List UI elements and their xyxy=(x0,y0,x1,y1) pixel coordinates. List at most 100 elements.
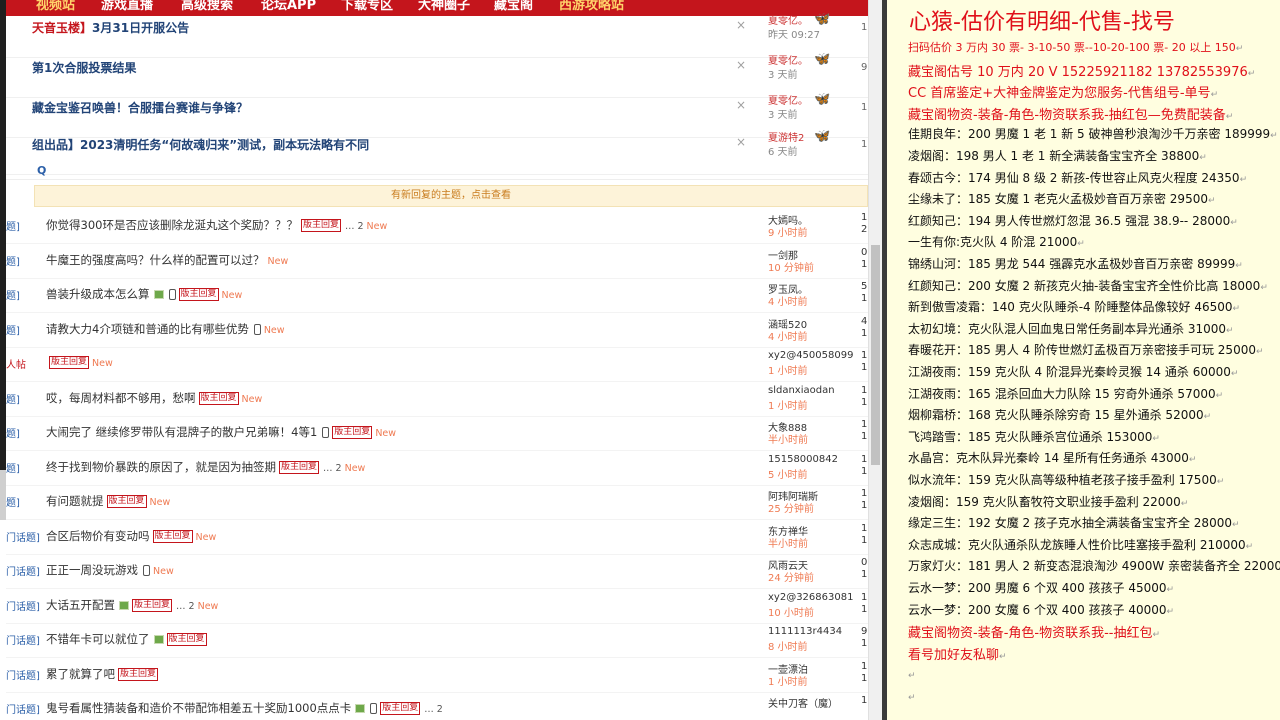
thread-category[interactable]: 题] xyxy=(6,218,20,233)
new-reply-notice[interactable]: 有新回复的主题，点击查看 xyxy=(34,185,868,207)
thread-title-text[interactable]: 请教大力4介项链和普通的比有哪些优势 xyxy=(46,322,249,336)
thread-category[interactable]: 门话题] xyxy=(6,563,40,578)
thread-category[interactable]: 门话题] xyxy=(6,632,40,647)
table-row[interactable]: 题] 请教大力4介项链和普通的比有哪些优势 New 涵瑶520 4 小时前 4 1 xyxy=(6,314,868,348)
thread-title[interactable]: 有问题就提 版主回复 New xyxy=(46,493,170,509)
thread-title[interactable]: 终于找到物价暴跌的原因了，就是因为抽签期 版主回复… 2 New xyxy=(46,459,365,475)
thread-title[interactable]: 你觉得300环是否应该删除龙涎丸这个奖励？？？ 版主回复 … 2 New xyxy=(46,217,387,233)
thread-category[interactable]: 题] xyxy=(6,322,20,337)
table-row[interactable]: 门话题] 不错年卡可以就位了 版主回复 1111113r4434 8 小时前 9 1 xyxy=(6,624,868,658)
thread-title-text[interactable]: 不错年卡可以就位了 xyxy=(46,632,150,646)
table-row[interactable]: 题] 哎，每周材料都不够用，愁啊 版主回复 New sldanxiaodan 1 小时前 1… xyxy=(6,383,868,417)
scrollbar-thumb[interactable] xyxy=(871,245,880,465)
table-row[interactable]: 人帖 版主回复 New xy2@450058099 1 小时前 1 1 xyxy=(6,348,868,382)
notepad-line: 看号加好友私聊↵ xyxy=(908,644,1007,663)
thread-title-text[interactable]: 大话五开配置 xyxy=(46,598,115,612)
thread-title[interactable]: 累了就算了吧 版主回复 xyxy=(46,666,159,682)
table-row[interactable]: 门话题] 鬼号看属性猜装备和造价不带配饰相差五十奖励1000点点卡 版主回复… 2 关… xyxy=(6,693,868,720)
thread-category[interactable]: 题] xyxy=(6,253,20,268)
close-icon[interactable]: × xyxy=(736,135,746,149)
thread-title-text[interactable]: 终于找到物价暴跌的原因了，就是因为抽签期 xyxy=(46,460,276,474)
thread-category[interactable]: 题] xyxy=(6,391,20,406)
table-row[interactable]: 门话题] 正正一周没玩游戏 New 风雨云天 24 分钟前 0 1 xyxy=(6,555,868,589)
thread-title-text[interactable]: 大闹完了 继续修罗带队有混牌子的散户兄弟嘛！4等1 xyxy=(46,425,317,439)
close-icon[interactable]: × xyxy=(736,18,746,32)
thread-title-text[interactable]: 牛魔王的强度高吗？什么样的配置可以过？ xyxy=(46,253,265,267)
thread-title-text[interactable]: 你觉得300环是否应该删除龙涎丸这个奖励？？？ xyxy=(46,218,298,232)
thread-title[interactable]: 版主回复 New xyxy=(46,355,113,369)
table-row[interactable]: 题] 你觉得300环是否应该删除龙涎丸这个奖励？？？ 版主回复… 2 New 大嫣吗。 9… xyxy=(6,210,868,244)
thread-author[interactable]: 关中刀客（魔） xyxy=(768,695,838,710)
thread-category[interactable]: 人帖 xyxy=(6,356,26,371)
table-row[interactable]: 门话题] 大话五开配置 版主回复… 2 New xy2@326863081 10 小时前 1… xyxy=(6,590,868,624)
thread-author[interactable]: sldanxiaodan xyxy=(768,385,835,396)
nav-item-cbg[interactable]: 藏宝阁 xyxy=(494,0,533,13)
announcement-title[interactable]: 第1次合服投票结果 xyxy=(32,59,136,76)
announcement-row[interactable]: 天音玉楼】3月31日开服公告 × 夏零亿。 昨天 09:27 🦋 1 xyxy=(6,12,868,58)
thread-category[interactable]: 门话题] xyxy=(6,701,40,716)
thread-category[interactable]: 门话题] xyxy=(6,529,40,544)
table-row[interactable]: 题] 终于找到物价暴跌的原因了，就是因为抽签期 版主回复… 2 New 15158000… xyxy=(6,452,868,486)
thread-author[interactable]: 1111113r4434 xyxy=(768,626,842,637)
announcement-author[interactable]: 夏零亿。 xyxy=(768,12,808,27)
announcement-author[interactable]: 夏游特2 xyxy=(768,129,804,144)
thread-title[interactable]: 哎，每周材料都不够用，愁啊 版主回复 New xyxy=(46,390,262,406)
thread-category[interactable]: 题] xyxy=(6,425,20,440)
thread-title[interactable]: 牛魔王的强度高吗？什么样的配置可以过？ New xyxy=(46,252,288,268)
thread-title-text[interactable]: 有问题就提 xyxy=(46,494,104,508)
table-row[interactable]: 门话题] 累了就算了吧 版主回复 一壶漂泊 1 小时前 1 1 xyxy=(6,659,868,693)
thread-pages-link[interactable]: … 2 xyxy=(345,221,364,232)
thread-title-text[interactable]: 鬼号看属性猜装备和造价不带配饰相差五十奖励1000点点卡 xyxy=(46,701,351,715)
thread-category[interactable]: 题] xyxy=(6,287,20,302)
thread-category[interactable]: 题] xyxy=(6,460,20,475)
thread-author[interactable]: xy2@450058099 xyxy=(768,350,853,361)
table-row[interactable]: 门话题] 合区后物价有变动吗 版主回复 New 东方禅华 半小时前 1 1 xyxy=(6,521,868,555)
table-row[interactable]: 题] 大闹完了 继续修罗带队有混牌子的散户兄弟嘛！4等1 版主回复 New 大象888 半… xyxy=(6,417,868,451)
table-row[interactable]: 题] 有问题就提 版主回复 New 阿玮阿瑞斯 25 分钟前 1 1 xyxy=(6,486,868,520)
thread-title[interactable]: 不错年卡可以就位了 版主回复 xyxy=(46,631,207,647)
thread-title[interactable]: 鬼号看属性猜装备和造价不带配饰相差五十奖励1000点点卡 版主回复… 2 xyxy=(46,700,443,716)
nav-item-app[interactable]: 论坛APP xyxy=(261,0,316,13)
announcement-title[interactable]: 组出品】2023清明任务“何故魂归来”测试，副本玩法略有不同 xyxy=(32,136,369,153)
announcement-title[interactable]: 天音玉楼】3月31日开服公告 xyxy=(32,19,189,36)
thread-last-reply-time: 半小时前 xyxy=(768,538,808,550)
nav-item-guide[interactable]: 西游攻略站 xyxy=(559,0,624,13)
thread-category[interactable]: 门话题] xyxy=(6,598,40,613)
announcement-title[interactable]: 藏金宝鉴召唤兽！合服擂台赛谁与争锋？ xyxy=(32,99,248,116)
thread-title-text[interactable]: 合区后物价有变动吗 xyxy=(46,529,150,543)
announcement-author[interactable]: 夏零亿。 xyxy=(768,52,808,67)
nav-item-video[interactable]: 视频站 xyxy=(36,0,75,13)
announcement-author[interactable]: 夏零亿。 xyxy=(768,92,808,107)
thread-title[interactable]: 大闹完了 继续修罗带队有混牌子的散户兄弟嘛！4等1 版主回复 New xyxy=(46,424,396,440)
nav-item-live[interactable]: 游戏直播 xyxy=(101,0,153,13)
thread-pages-link[interactable]: … 2 xyxy=(424,704,443,715)
table-row[interactable]: 题] 牛魔王的强度高吗？什么样的配置可以过？ New 一剑那 10 分钟前 0 1 xyxy=(6,245,868,279)
thread-pages-link[interactable]: … 2 xyxy=(323,463,342,474)
notepad-line-text: 看号加好友私聊 xyxy=(908,647,1000,663)
thread-title[interactable]: 请教大力4介项链和普通的比有哪些优势 New xyxy=(46,321,285,337)
thread-category[interactable]: 门话题] xyxy=(6,667,40,682)
thread-category[interactable]: 题] xyxy=(6,494,20,509)
nav-item-search[interactable]: 高级搜索 xyxy=(181,0,233,13)
thread-title[interactable]: 正正一周没玩游戏 New xyxy=(46,562,174,578)
thread-title[interactable]: 大话五开配置 版主回复… 2 New xyxy=(46,597,218,613)
nav-item-circle[interactable]: 大神圈子 xyxy=(418,0,470,13)
thread-title-text[interactable]: 累了就算了吧 xyxy=(46,667,115,681)
nav-item-download[interactable]: 下载专区 xyxy=(341,0,393,13)
search-icon[interactable]: Q xyxy=(37,164,46,177)
close-icon[interactable]: × xyxy=(736,58,746,72)
announcement-row[interactable]: 藏金宝鉴召唤兽！合服擂台赛谁与争锋？ × 夏零亿。 3 天前 🦋 1 xyxy=(6,92,868,138)
table-row[interactable]: 题] 兽装升级成本怎么算 版主回复 New 罗玉凤。 4 小时前 5 1 xyxy=(6,279,868,313)
close-icon[interactable]: × xyxy=(736,98,746,112)
thread-pages-link[interactable]: … 2 xyxy=(176,601,195,612)
thread-title-text[interactable]: 兽装升级成本怎么算 xyxy=(46,287,150,301)
thread-author[interactable]: 15158000842 xyxy=(768,454,838,465)
thread-title-text[interactable]: 哎，每周材料都不够用，愁啊 xyxy=(46,391,196,405)
thread-last-reply-time: 4 小时前 xyxy=(768,331,808,343)
thread-title[interactable]: 兽装升级成本怎么算 版主回复 New xyxy=(46,286,242,302)
thread-author[interactable]: xy2@326863081 xyxy=(768,592,853,603)
thread-title[interactable]: 合区后物价有变动吗 版主回复 New xyxy=(46,528,216,544)
notepad-panel[interactable]: 心猿-估价有明细-代售-找号 扫码估价 3 万内 30 票- 3-10-50 票… xyxy=(887,0,1280,720)
announcement-row[interactable]: 第1次合服投票结果 × 夏零亿。 3 天前 🦋 9 xyxy=(6,52,868,98)
thread-title-text[interactable]: 正正一周没玩游戏 xyxy=(46,563,138,577)
